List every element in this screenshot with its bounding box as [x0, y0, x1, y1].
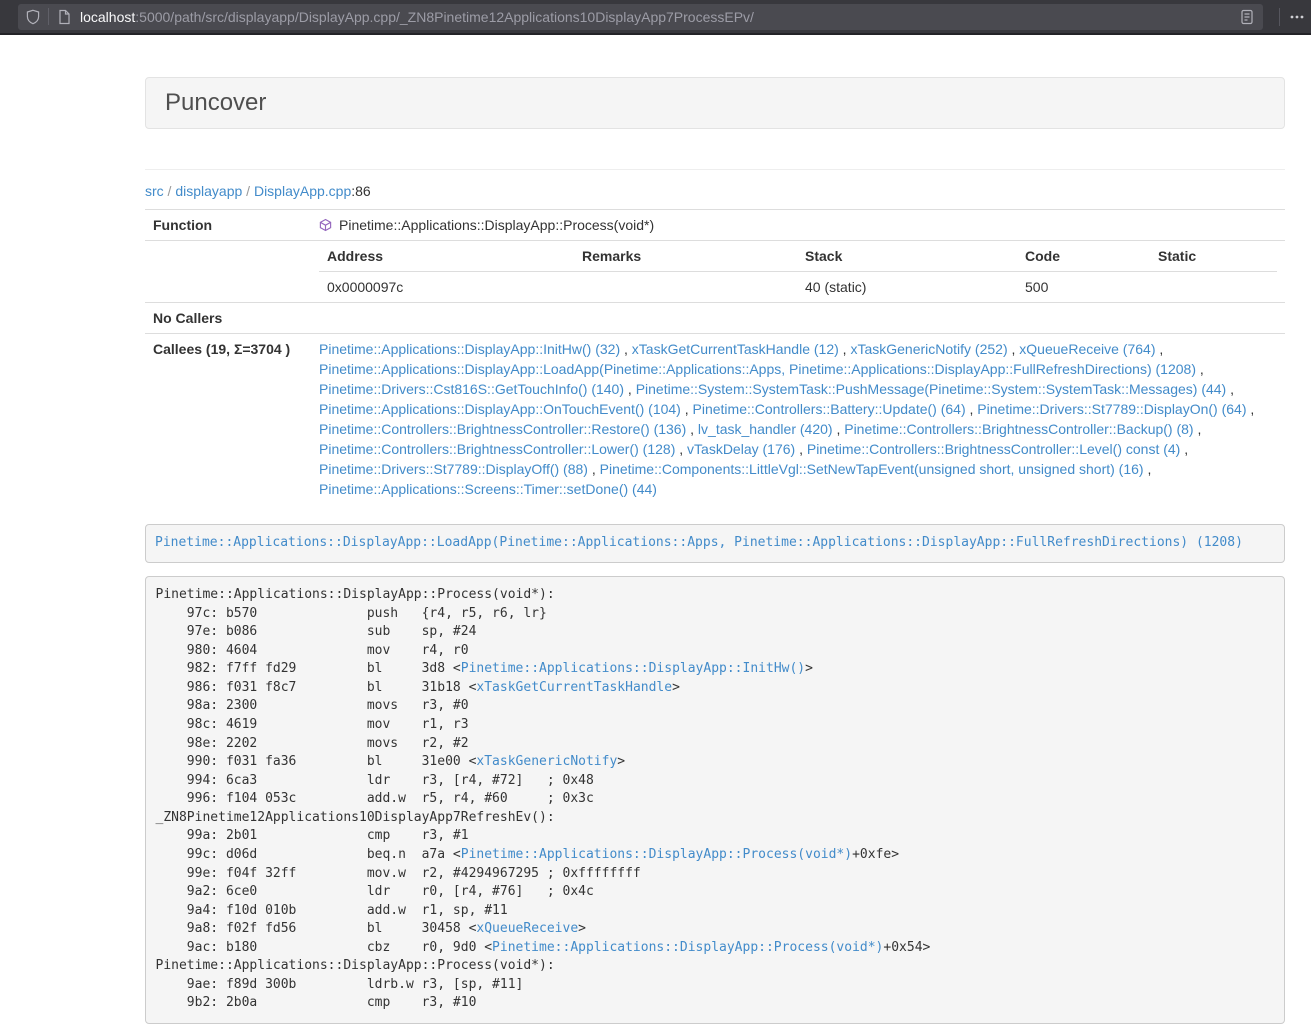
col-stack: Stack [797, 241, 1017, 272]
code-symbol-link[interactable]: Pinetime::Applications::DisplayApp::Proc… [461, 847, 852, 862]
callee-link[interactable]: lv_task_handler (420) [698, 421, 833, 437]
address-value: 0x0000097c [319, 272, 574, 303]
package-icon [319, 218, 332, 232]
code-symbol-link[interactable]: xTaskGenericNotify [476, 754, 617, 769]
breadcrumb-separator: / [164, 183, 176, 199]
callee-link[interactable]: Pinetime::Applications::DisplayApp::Init… [319, 341, 620, 357]
browser-toolbar: localhost:5000/path/src/displayapp/Displ… [0, 0, 1311, 35]
callees-list: Pinetime::Applications::DisplayApp::Init… [311, 334, 1285, 505]
code-symbol-link[interactable]: xTaskGetCurrentTaskHandle [476, 680, 672, 695]
breadcrumb-link[interactable]: DisplayApp.cpp [254, 183, 351, 199]
function-table: Function Pinetime::Applications::Display… [145, 209, 1285, 504]
no-callers-label: No Callers [145, 303, 311, 334]
shield-icon[interactable] [25, 9, 41, 25]
callee-link[interactable]: xQueueReceive (764) [1019, 341, 1155, 357]
remarks-value [574, 272, 797, 303]
breadcrumb-separator: / [242, 183, 254, 199]
function-label: Function [145, 210, 311, 241]
metrics-values-row: 0x0000097c 40 (static) 500 [319, 272, 1277, 303]
static-value [1150, 272, 1277, 303]
reader-mode-icon[interactable] [1239, 9, 1255, 25]
breadcrumb-link[interactable]: src [145, 183, 164, 199]
code-symbol-link[interactable]: Pinetime::Applications::DisplayApp::Init… [461, 661, 805, 676]
metrics-table: Address Remarks Stack Code Static 0x0000… [319, 241, 1277, 302]
callee-link[interactable]: Pinetime::Applications::Screens::Timer::… [319, 481, 657, 497]
assembly-code: Pinetime::Applications::DisplayApp::Proc… [145, 576, 1285, 1024]
code-symbol-link[interactable]: xQueueReceive [476, 921, 578, 936]
urlbar-divider [48, 8, 49, 25]
callee-link[interactable]: Pinetime::Controllers::BrightnessControl… [319, 441, 675, 457]
callee-link[interactable]: Pinetime::Controllers::Battery::Update()… [693, 401, 966, 417]
callee-link[interactable]: Pinetime::System::SystemTask::PushMessag… [636, 381, 1227, 397]
stack-value: 40 (static) [797, 272, 1017, 303]
code-symbol-link[interactable]: Pinetime::Applications::DisplayApp::Proc… [492, 940, 883, 955]
col-code: Code [1017, 241, 1150, 272]
callee-link[interactable]: Pinetime::Drivers::Cst816S::GetTouchInfo… [319, 381, 624, 397]
function-row: Function Pinetime::Applications::Display… [145, 210, 1285, 241]
page-title-box: Puncover [145, 77, 1285, 129]
callee-link[interactable]: Pinetime::Drivers::St7789::DisplayOn() (… [977, 401, 1246, 417]
col-remarks: Remarks [574, 241, 797, 272]
loadapp-highlight: Pinetime::Applications::DisplayApp::Load… [145, 524, 1285, 563]
col-static: Static [1150, 241, 1277, 272]
breadcrumb: src / displayapp / DisplayApp.cpp:86 [145, 181, 1285, 201]
page-info-icon[interactable] [56, 9, 72, 25]
metrics-row: Address Remarks Stack Code Static 0x0000… [145, 241, 1285, 303]
loadapp-link[interactable]: Pinetime::Applications::DisplayApp::Load… [155, 535, 1243, 550]
function-name: Pinetime::Applications::DisplayApp::Proc… [339, 215, 654, 235]
url-text: localhost:5000/path/src/displayapp/Displ… [80, 9, 754, 25]
toolbar-divider [1279, 8, 1280, 26]
page-title: Puncover [165, 89, 266, 116]
callees-row: Callees (19, Σ=3704 ) Pinetime::Applicat… [145, 334, 1285, 505]
callees-label: Callees (19, Σ=3704 ) [145, 334, 311, 505]
breadcrumb-line-number: :86 [351, 183, 370, 199]
callee-link[interactable]: Pinetime::Components::LittleVgl::SetNewT… [600, 461, 1144, 477]
callee-link[interactable]: xTaskGenericNotify (252) [850, 341, 1007, 357]
page-content: Puncover src / displayapp / DisplayApp.c… [145, 77, 1285, 1024]
callee-link[interactable]: Pinetime::Applications::DisplayApp::Load… [319, 361, 1196, 377]
col-address: Address [319, 241, 574, 272]
callee-link[interactable]: Pinetime::Applications::DisplayApp::OnTo… [319, 401, 681, 417]
url-bar[interactable]: localhost:5000/path/src/displayapp/Displ… [18, 4, 1263, 30]
callee-link[interactable]: Pinetime::Controllers::BrightnessControl… [844, 421, 1193, 437]
url-path: :5000/path/src/displayapp/DisplayApp.cpp… [135, 9, 754, 25]
menu-icon[interactable] [1287, 7, 1307, 27]
callee-link[interactable]: vTaskDelay (176) [687, 441, 795, 457]
divider [145, 169, 1285, 170]
callee-link[interactable]: xTaskGetCurrentTaskHandle (12) [632, 341, 839, 357]
code-value: 500 [1017, 272, 1150, 303]
callee-link[interactable]: Pinetime::Drivers::St7789::DisplayOff() … [319, 461, 588, 477]
url-host: localhost [80, 9, 135, 25]
callee-link[interactable]: Pinetime::Controllers::BrightnessControl… [807, 441, 1180, 457]
callee-link[interactable]: Pinetime::Controllers::BrightnessControl… [319, 421, 686, 437]
breadcrumb-link[interactable]: displayapp [175, 183, 242, 199]
no-callers-row: No Callers [145, 303, 1285, 334]
